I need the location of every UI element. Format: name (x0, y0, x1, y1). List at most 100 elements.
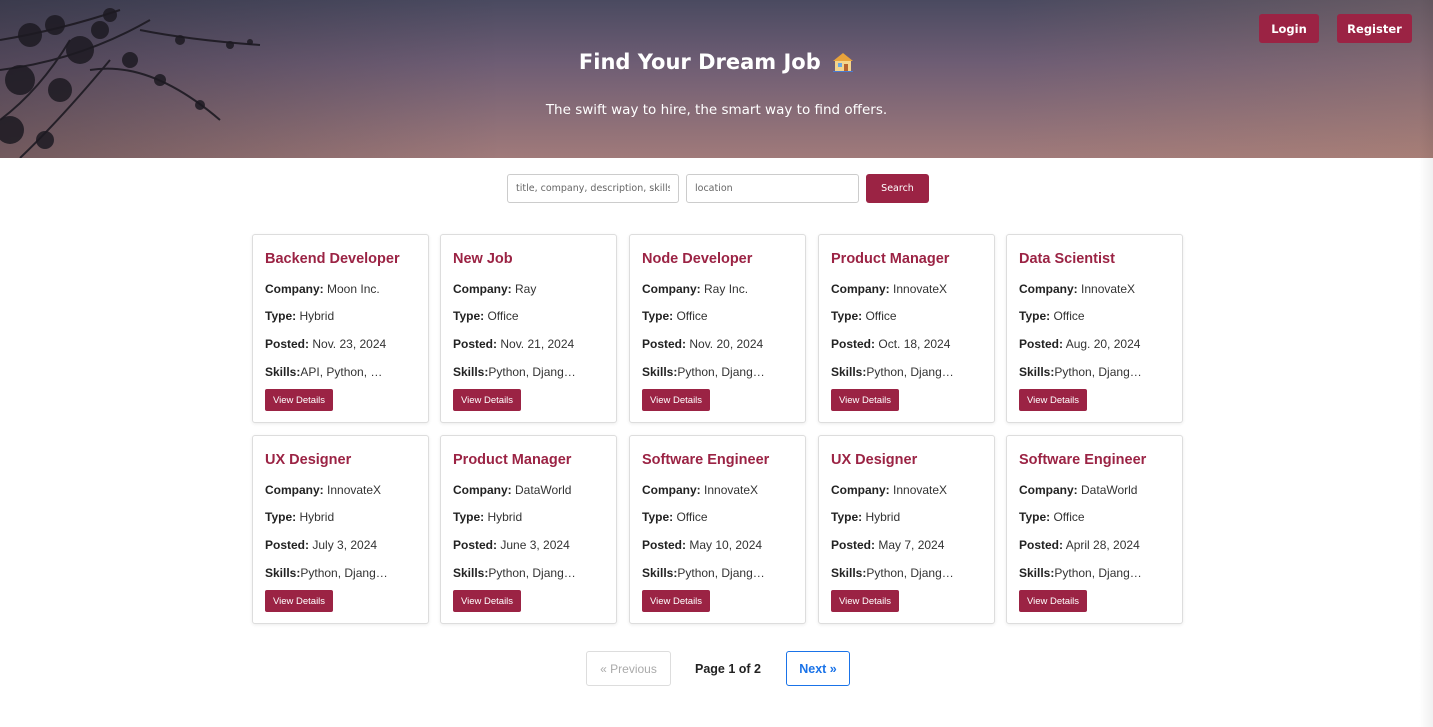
job-title: Data Scientist (1019, 251, 1115, 267)
type-label: Type: (265, 309, 297, 323)
company-label: Company: (831, 282, 890, 296)
register-button[interactable]: Register (1337, 14, 1412, 43)
page-title: Find Your Dream Job (0, 50, 1433, 74)
posted-label: Posted: (1019, 337, 1064, 351)
view-details-button[interactable]: View Details (1019, 590, 1087, 612)
skills-label: Skills: (642, 566, 678, 580)
job-company: Company: InnovateX (265, 483, 417, 497)
posted-label: Posted: (265, 337, 310, 351)
posted-value: July 3, 2024 (312, 538, 378, 552)
job-card: Data Scientist Company: InnovateX Type: … (1006, 234, 1183, 423)
type-value: Office (676, 510, 708, 524)
job-title: Product Manager (831, 251, 950, 267)
view-details-button[interactable]: View Details (642, 389, 710, 411)
company-value: InnovateX (1081, 282, 1136, 296)
skills-value: Python, Djang… (1054, 566, 1142, 580)
job-card: UX Designer Company: InnovateX Type: Hyb… (252, 435, 429, 624)
page-indicator: Page 1 of 2 (695, 661, 761, 676)
job-company: Company: InnovateX (1019, 282, 1171, 296)
job-company: Company: DataWorld (1019, 483, 1171, 497)
company-label: Company: (453, 282, 512, 296)
type-value: Hybrid (487, 510, 523, 524)
view-details-button[interactable]: View Details (265, 590, 333, 612)
skills-label: Skills: (831, 365, 867, 379)
view-details-button[interactable]: View Details (831, 590, 899, 612)
company-label: Company: (642, 282, 701, 296)
view-details-button[interactable]: View Details (642, 590, 710, 612)
job-posted: Posted: June 3, 2024 (453, 538, 605, 552)
type-value: Office (865, 309, 897, 323)
job-skills: Skills:Python, Djang… (642, 566, 794, 580)
view-details-button[interactable]: View Details (453, 389, 521, 411)
job-type: Type: Hybrid (453, 510, 605, 524)
job-company: Company: InnovateX (831, 483, 983, 497)
posted-label: Posted: (453, 538, 498, 552)
job-title: Backend Developer (265, 251, 400, 267)
job-type: Type: Hybrid (265, 309, 417, 323)
company-label: Company: (265, 282, 324, 296)
job-skills: Skills:Python, Djang… (453, 566, 605, 580)
job-card: Backend Developer Company: Moon Inc. Typ… (252, 234, 429, 423)
posted-value: Aug. 20, 2024 (1065, 337, 1141, 351)
hero-banner: Find Your Dream Job The swift way to hir… (0, 0, 1433, 158)
company-value: InnovateX (327, 483, 382, 497)
job-type: Type: Office (642, 309, 794, 323)
company-label: Company: (1019, 483, 1078, 497)
job-company: Company: Moon Inc. (265, 282, 417, 296)
search-bar: Search (0, 174, 1433, 203)
company-value: Ray (515, 282, 537, 296)
login-button[interactable]: Login (1259, 14, 1319, 43)
job-posted: Posted: Nov. 21, 2024 (453, 337, 605, 351)
company-value: InnovateX (893, 282, 948, 296)
job-skills: Skills:API, Python, … (265, 365, 417, 379)
view-details-button[interactable]: View Details (831, 389, 899, 411)
company-value: InnovateX (704, 483, 759, 497)
type-value: Hybrid (299, 510, 335, 524)
job-type: Type: Office (1019, 510, 1171, 524)
type-label: Type: (642, 309, 674, 323)
view-details-button[interactable]: View Details (1019, 389, 1087, 411)
pagination: « Previous Page 1 of 2 Next » (0, 651, 1433, 686)
type-value: Office (1053, 510, 1085, 524)
job-type: Type: Hybrid (265, 510, 417, 524)
posted-value: Oct. 18, 2024 (878, 337, 951, 351)
posted-label: Posted: (642, 538, 687, 552)
company-value: DataWorld (515, 483, 572, 497)
tree-silhouette-image (0, 8, 261, 158)
job-title: New Job (453, 251, 513, 267)
job-skills: Skills:Python, Djang… (642, 365, 794, 379)
posted-label: Posted: (642, 337, 687, 351)
job-title: Node Developer (642, 251, 753, 267)
job-posted: Posted: Oct. 18, 2024 (831, 337, 983, 351)
job-type: Type: Hybrid (831, 510, 983, 524)
search-location-input[interactable] (686, 174, 859, 203)
view-details-button[interactable]: View Details (265, 389, 333, 411)
skills-label: Skills: (642, 365, 678, 379)
type-value: Office (1053, 309, 1085, 323)
type-label: Type: (1019, 510, 1051, 524)
view-details-button[interactable]: View Details (453, 590, 521, 612)
job-posted: Posted: May 10, 2024 (642, 538, 794, 552)
job-posted: Posted: Nov. 20, 2024 (642, 337, 794, 351)
skills-value: Python, Djang… (488, 566, 576, 580)
skills-label: Skills: (831, 566, 867, 580)
company-value: DataWorld (1081, 483, 1138, 497)
search-query-input[interactable] (507, 174, 679, 203)
job-card: Software Engineer Company: InnovateX Typ… (629, 435, 806, 624)
previous-page-button[interactable]: « Previous (586, 651, 671, 686)
next-page-button[interactable]: Next » (786, 651, 850, 686)
company-value: Ray Inc. (704, 282, 749, 296)
posted-value: May 7, 2024 (878, 538, 945, 552)
job-title: UX Designer (831, 452, 918, 468)
job-posted: Posted: July 3, 2024 (265, 538, 417, 552)
job-card: Product Manager Company: DataWorld Type:… (440, 435, 617, 624)
job-skills: Skills:Python, Djang… (1019, 365, 1171, 379)
company-label: Company: (453, 483, 512, 497)
job-title: Product Manager (453, 452, 572, 468)
skills-value: Python, Djang… (1054, 365, 1142, 379)
job-company: Company: Ray Inc. (642, 282, 794, 296)
job-card: Node Developer Company: Ray Inc. Type: O… (629, 234, 806, 423)
type-label: Type: (642, 510, 674, 524)
search-button[interactable]: Search (866, 174, 929, 203)
job-posted: Posted: Aug. 20, 2024 (1019, 337, 1171, 351)
